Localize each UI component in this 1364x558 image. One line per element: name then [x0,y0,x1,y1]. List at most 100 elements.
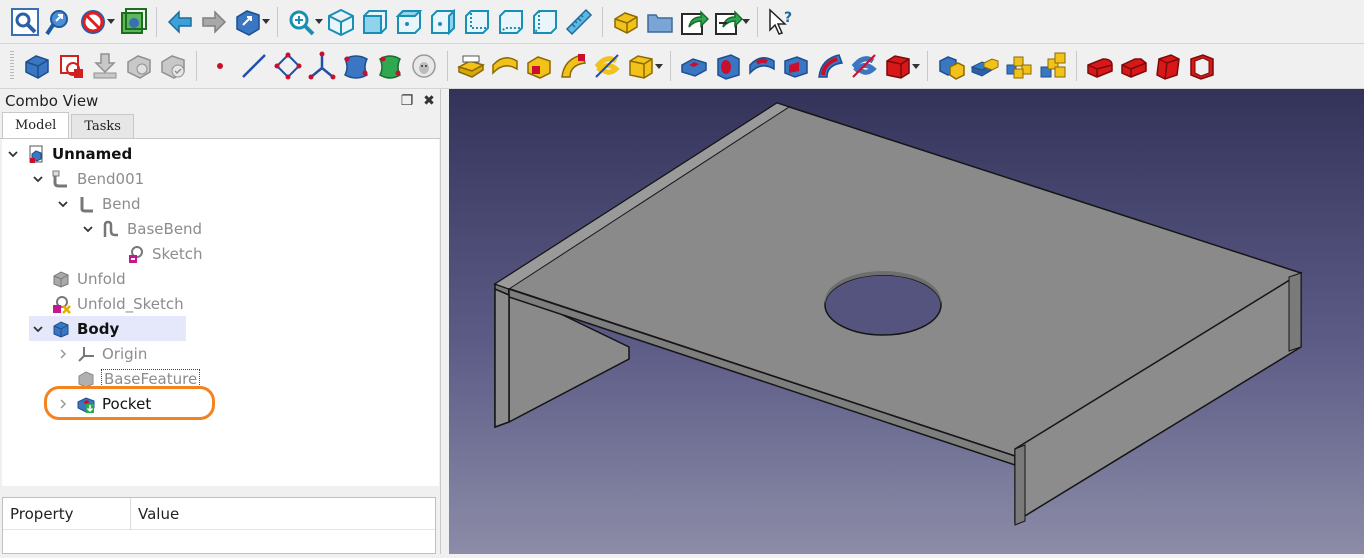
linear-pattern-icon[interactable] [968,48,1002,84]
whats-this-icon[interactable]: ? [764,4,798,40]
pocket-icon[interactable] [677,48,711,84]
draw-style-icon[interactable] [76,4,110,40]
workbench-dropdown[interactable] [261,4,271,40]
property-header: Property Value [3,497,435,530]
additive-pipe-icon[interactable] [556,48,590,84]
toolbar-grip[interactable] [10,51,14,81]
mirrored-icon[interactable] [934,48,968,84]
additive-loft-icon[interactable] [522,48,556,84]
hole-icon[interactable] [711,48,745,84]
draw-style-dropdown[interactable] [106,4,116,40]
tree-item-label: Bend [102,194,141,213]
additive-helix-icon[interactable] [590,48,624,84]
fillet-icon[interactable] [1083,48,1117,84]
tree-item-unfold-sketch[interactable]: Unfold_Sketch [31,291,184,316]
shape-binder-icon[interactable] [122,48,156,84]
thickness-icon[interactable] [1185,48,1219,84]
subtractive-pipe-icon[interactable] [813,48,847,84]
polar-pattern-icon[interactable] [1002,48,1036,84]
front-view-icon[interactable] [358,4,392,40]
highlight-ring [44,386,215,420]
tree-item-label: Unfold [77,269,126,288]
3d-viewport[interactable] [449,89,1364,554]
main-toolbar: ? [0,0,1364,44]
value-column-header[interactable]: Value [131,505,179,523]
model-tree[interactable]: Unnamed Bend001 Bend BaseBend Sketch Unfold Un… [2,139,439,486]
local-cs-icon[interactable] [305,48,339,84]
clone-icon[interactable] [156,48,190,84]
subshape-binder-icon[interactable] [373,48,407,84]
link-icon[interactable] [677,4,711,40]
chevron-down-icon[interactable] [31,322,45,336]
property-column-header[interactable]: Property [3,497,131,530]
create-sketch-icon[interactable] [54,48,88,84]
bounding-box-icon[interactable] [116,4,150,40]
draft-icon[interactable] [1151,48,1185,84]
link-actions-icon[interactable] [711,4,745,40]
workbench-selector-icon[interactable] [231,4,265,40]
datum-plane-icon[interactable] [271,48,305,84]
right-view-icon[interactable] [426,4,460,40]
fit-all-icon[interactable] [8,4,42,40]
no-chevron [106,247,120,261]
subtractive-primitive-dropdown[interactable] [911,48,921,84]
toolbar-separator [196,51,197,81]
chamfer-icon[interactable] [1117,48,1151,84]
tree-item-label: Body [77,319,120,338]
bottom-view-icon[interactable] [494,4,528,40]
subtractive-loft-icon[interactable] [779,48,813,84]
chevron-down-icon[interactable] [6,147,20,161]
unfold-icon [51,269,71,289]
tree-item-bend[interactable]: Bend [56,191,141,216]
tree-item-origin[interactable]: Origin [56,341,147,366]
tree-item-label: Unfold_Sketch [77,294,184,313]
tab-model[interactable]: Model [2,112,70,138]
chevron-down-icon[interactable] [31,172,45,186]
part-icon[interactable] [609,4,643,40]
datum-line-icon[interactable] [237,48,271,84]
tree-item-unfold[interactable]: Unfold [31,266,126,291]
validate-sketch-icon[interactable] [88,48,122,84]
isometric-view-icon[interactable] [324,4,358,40]
svg-text:?: ? [784,10,792,26]
tree-item-bend001[interactable]: Bend001 [31,166,144,191]
chevron-down-icon[interactable] [56,197,70,211]
subtractive-primitive-icon[interactable] [881,48,915,84]
chevron-right-icon[interactable] [56,347,70,361]
left-view-icon[interactable] [528,4,562,40]
group-folder-icon[interactable] [643,4,677,40]
forward-arrow-icon[interactable] [197,4,231,40]
additive-primitive-icon[interactable] [624,48,658,84]
subtractive-helix-icon[interactable] [847,48,881,84]
rear-view-icon[interactable] [460,4,494,40]
float-panel-icon[interactable]: ❐ [396,93,418,109]
additive-primitive-dropdown[interactable] [654,48,664,84]
close-icon[interactable]: ✖ [418,93,440,109]
chevron-down-icon[interactable] [81,222,95,236]
document-icon [26,144,46,164]
right-flange-end [1288,272,1302,352]
back-arrow-icon[interactable] [163,4,197,40]
tree-item-basebend[interactable]: BaseBend [81,216,202,241]
measure-icon[interactable] [562,4,596,40]
datum-point-icon[interactable] [203,48,237,84]
tree-item-body[interactable]: Body [29,316,186,341]
sheep-icon[interactable] [407,48,441,84]
pad-icon[interactable] [454,48,488,84]
fit-selection-icon[interactable] [42,4,76,40]
zoom-icon[interactable] [284,4,318,40]
shape-binder-blue-icon[interactable] [339,48,373,84]
body-icon[interactable] [20,48,54,84]
tab-tasks[interactable]: Tasks [71,114,134,138]
revolution-icon[interactable] [488,48,522,84]
multitransform-icon[interactable] [1036,48,1070,84]
link-dropdown[interactable] [741,4,751,40]
unfold-sketch-icon [51,294,71,314]
top-view-icon[interactable] [392,4,426,40]
combo-view-panel: Combo View ❐ ✖ Model Tasks Unnamed Bend00… [0,89,441,554]
groove-icon[interactable] [745,48,779,84]
tree-item-label: Unnamed [52,144,133,163]
zoom-dropdown[interactable] [314,4,324,40]
tree-item-sketch[interactable]: Sketch [106,241,203,266]
tree-item-unnamed[interactable]: Unnamed [6,141,132,166]
